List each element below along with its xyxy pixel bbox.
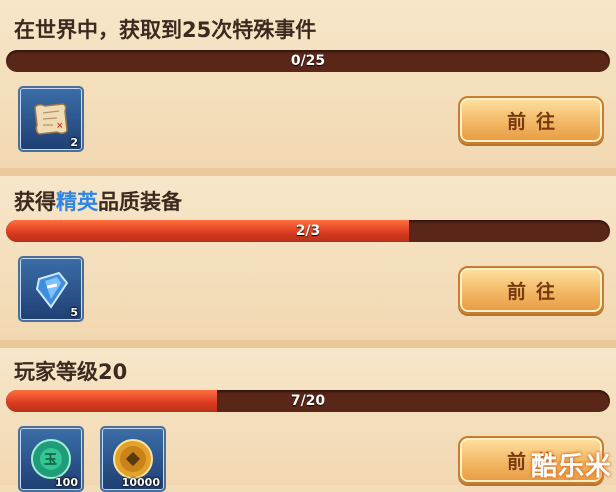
reward-count: 5 (70, 306, 78, 319)
progress-bar: 0/25 (6, 50, 610, 72)
svg-text:×: × (56, 121, 64, 131)
jade-token-icon: 玉 (31, 439, 71, 479)
progress-text: 7/20 (290, 393, 326, 409)
progress-bar: 7/20 (6, 390, 610, 412)
gold-coin-icon (113, 439, 153, 479)
reward-item[interactable]: 10000 (100, 426, 166, 492)
reward-item[interactable]: 玉 100 (18, 426, 84, 492)
reward-item[interactable]: 5 (18, 256, 84, 322)
svg-text:玉: 玉 (44, 453, 57, 468)
reward-count: 10000 (121, 476, 160, 489)
go-button[interactable]: 前往 (458, 96, 604, 144)
task-title: 在世界中，获取到25次特殊事件 (14, 18, 317, 42)
reward-count: 100 (55, 476, 78, 489)
reward-item[interactable]: × 2 (18, 86, 84, 152)
watermark: 酷乐米 (530, 452, 612, 482)
divider (0, 168, 616, 176)
progress-text: 2/3 (295, 223, 321, 239)
task-title: 获得精英品质装备 (14, 186, 182, 216)
task-title-highlight: 精英 (56, 190, 98, 214)
progress-bar: 2/3 (6, 220, 610, 242)
task-title: 玩家等级20 (14, 360, 128, 384)
divider (0, 340, 616, 348)
task-title-text: 获得 (14, 190, 56, 214)
blue-gem-icon (35, 271, 69, 309)
task-title-text: 品质装备 (98, 190, 182, 214)
progress-text: 0/25 (290, 53, 326, 69)
go-button[interactable]: 前往 (458, 266, 604, 314)
reward-count: 2 (70, 136, 78, 149)
treasure-map-icon: × (34, 103, 68, 135)
